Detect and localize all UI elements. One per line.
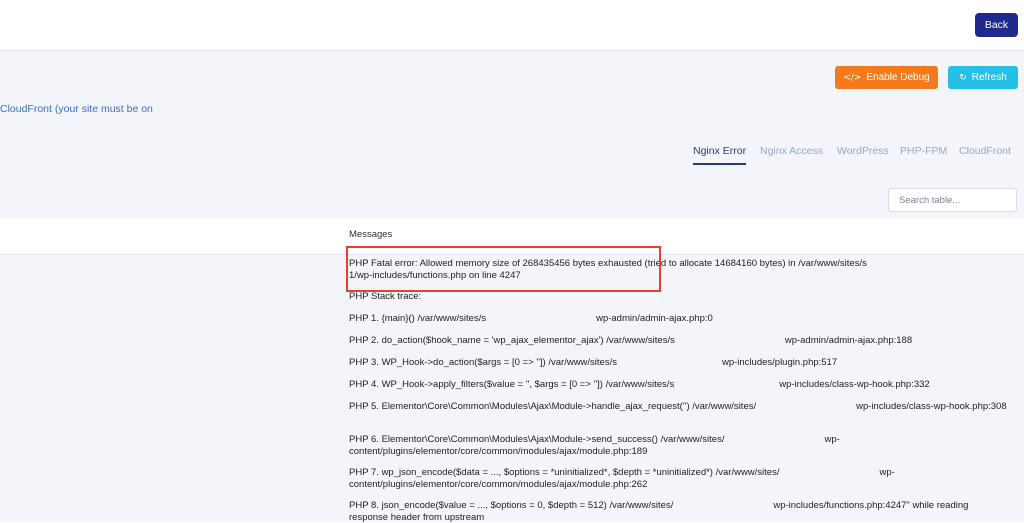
refresh-button[interactable]: ↻ Refresh [948,66,1018,89]
enable-debug-label: Enable Debug [866,72,930,83]
row-text-continued: wp-includes/class-wp-hook.php:332 [779,379,930,390]
row-text: PHP 1. {main}() /var/www/sites/s [349,313,487,324]
top-bar: Back [0,0,1024,51]
row-text-continued: 1/wp-includes/functions.php on line 4247 [349,269,521,281]
tab-php-fpm[interactable]: PHP-FPM [900,145,947,163]
row-text: PHP 6. Elementor\Core\Common\Modules\Aja… [349,434,725,445]
table-row: PHP 8. json_encode($value = ..., $option… [349,500,1009,523]
table-row: PHP 7. wp_json_encode($data = ..., $opti… [349,467,1009,490]
cloudfront-notice: CloudFront (your site must be on [0,103,153,115]
tab-nginx-error[interactable]: Nginx Error [693,145,747,165]
row-text: PHP 2. do_action($hook_name = 'wp_ajax_e… [349,335,675,346]
enable-debug-button[interactable]: </> Enable Debug [835,66,938,89]
table-row: PHP 2. do_action($hook_name = 'wp_ajax_e… [349,335,1009,347]
column-header-messages: Messages [349,229,393,240]
search-input[interactable] [888,188,1017,212]
table-row: PHP Stack trace: [349,291,1009,303]
code-icon: </> [843,72,862,83]
refresh-label: Refresh [971,72,1007,83]
table-row: PHP 6. Elementor\Core\Common\Modules\Aja… [349,434,1009,457]
row-text: PHP 7. wp_json_encode($data = ..., $opti… [349,467,780,478]
refresh-icon: ↻ [959,72,967,83]
row-text: PHP 3. WP_Hook->do_action($args = [0 => … [349,357,617,368]
row-text: PHP 5. Elementor\Core\Common\Modules\Aja… [349,401,757,412]
tab-wordpress[interactable]: WordPress [837,145,889,163]
table-row: PHP 5. Elementor\Core\Common\Modules\Aja… [349,401,1009,413]
table-row: PHP 3. WP_Hook->do_action($args = [0 => … [349,357,1009,369]
row-text: PHP Stack trace: [349,291,422,302]
tab-nginx-access[interactable]: Nginx Access [760,145,823,163]
row-text-continued: wp-admin/admin-ajax.php:188 [784,335,913,346]
table-row: PHP Fatal error: Allowed memory size of … [349,258,1009,281]
table-row: PHP 4. WP_Hook->apply_filters($value = '… [349,379,1009,391]
back-button[interactable]: Back [975,13,1018,37]
table-row: PHP 1. {main}() /var/www/sites/s wp-admin… [349,313,1009,325]
log-tabs: Nginx Error Nginx Access WordPress PHP-F… [0,145,1024,167]
tab-cloudfront[interactable]: CloudFront [959,145,1011,163]
row-text: PHP 8. json_encode($value = ..., $option… [349,500,674,511]
row-text: PHP Fatal error: Allowed memory size of … [349,258,867,269]
row-text: PHP 4. WP_Hook->apply_filters($value = '… [349,379,675,390]
row-text-continued: wp-admin/admin-ajax.php:0 [596,313,713,324]
row-text-continued: wp-includes/plugin.php:517 [721,357,838,368]
row-text-continued: wp-includes/class-wp-hook.php:308 [856,401,1007,412]
table-header: Messages [0,218,1024,255]
